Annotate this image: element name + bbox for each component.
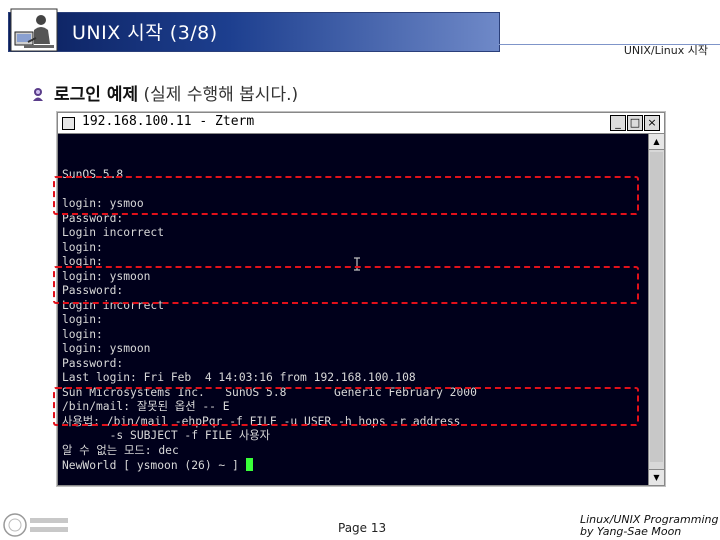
highlight-box-1 (53, 176, 639, 215)
heading-note-text: (실제 수행해 봅시다.) (143, 85, 299, 105)
bullet-icon (33, 88, 43, 101)
terminal-line: login: ysmoon (62, 342, 151, 355)
minimize-button[interactable]: _ (610, 115, 626, 131)
terminal-title: 192.168.100.11 - Zterm (82, 114, 255, 129)
highlight-box-3 (53, 387, 639, 426)
terminal-cursor (245, 458, 253, 471)
terminal-line: login: (62, 327, 103, 341)
scroll-thumb[interactable] (650, 152, 663, 462)
course-credit: Linux/UNIX Programming by Yang-Sae Moon (580, 514, 718, 538)
scroll-down-icon[interactable]: ▼ (649, 469, 664, 485)
person-at-computer-icon (10, 8, 58, 52)
scroll-up-icon[interactable]: ▲ (649, 134, 664, 150)
heading-bold-text: 로그인 예제 (54, 85, 139, 105)
window-menu-icon[interactable] (62, 117, 75, 130)
terminal-line: -s SUBJECT -f FILE 사용자 (62, 429, 271, 442)
vertical-scrollbar[interactable]: ▲ ▼ (648, 134, 664, 485)
section-heading: 로그인 예제 (실제 수행해 봅시다.) (54, 80, 298, 105)
terminal-titlebar[interactable]: 192.168.100.11 - Zterm _ □ × (58, 113, 664, 134)
terminal-line: Password: (62, 356, 124, 370)
terminal-line: Last login: Fri Feb 4 14:03:16 from 192.… (62, 371, 416, 384)
close-button[interactable]: × (644, 115, 660, 131)
university-logo (3, 513, 68, 537)
terminal-line: login: (62, 240, 103, 254)
page-number: Page 13 (338, 521, 387, 535)
course-author: by Yang-Sae Moon (580, 525, 682, 538)
terminal-line: 알 수 없는 모드: dec (62, 443, 179, 457)
terminal-line: NewWorld [ ysmoon (26) ~ ] (62, 458, 648, 473)
terminal-line: Login incorrect (62, 226, 165, 239)
maximize-button[interactable]: □ (627, 115, 643, 131)
terminal-line: login: (62, 313, 103, 326)
slide-title: UNIX 시작 (3/8) (72, 22, 218, 44)
section-label: UNIX/Linux 시작 (623, 44, 708, 57)
highlight-box-2 (53, 266, 639, 304)
